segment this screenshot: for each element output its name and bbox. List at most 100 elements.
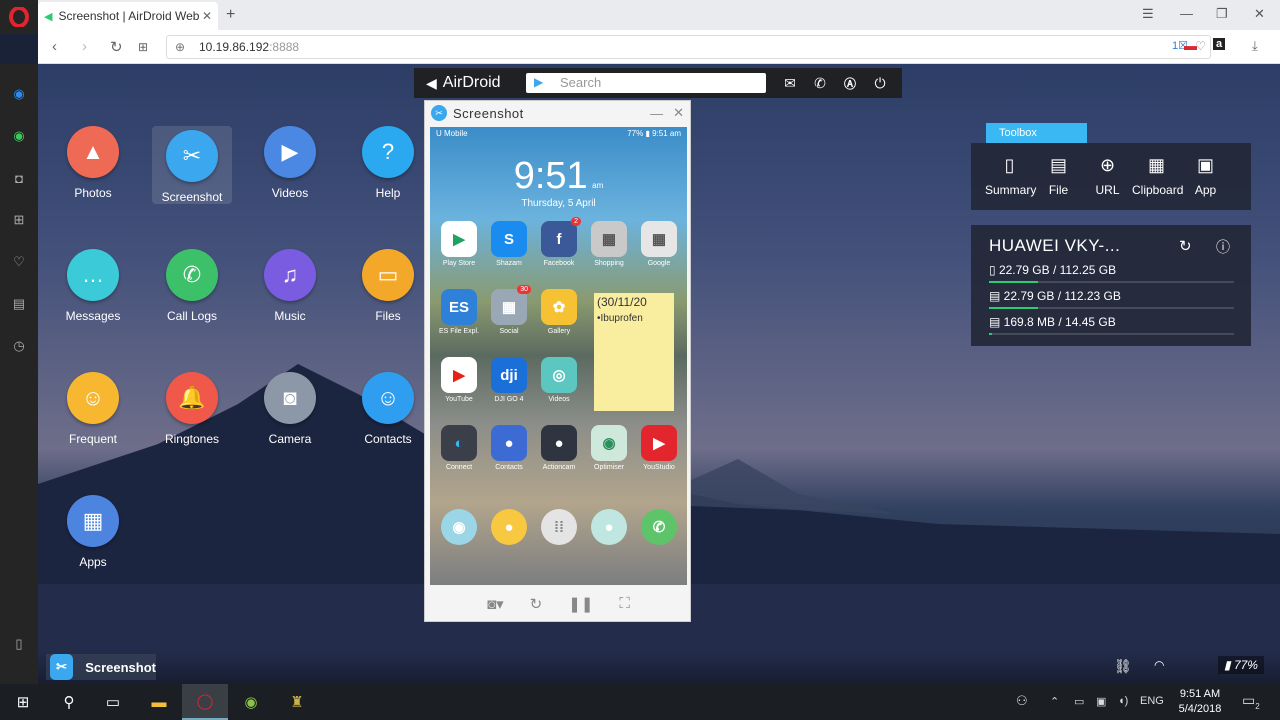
mail-icon[interactable]: ✉ [776, 75, 804, 92]
info-icon[interactable]: ⓘ [1216, 237, 1230, 257]
link-icon[interactable]: ⛓ [1114, 658, 1132, 675]
android-app-icon[interactable]: ◉ [228, 684, 274, 720]
refresh-device-icon[interactable]: ↻ [1179, 237, 1192, 255]
network-icon[interactable]: ▣ [1096, 695, 1106, 708]
desktop-app-apps[interactable]: ▦ Apps [53, 495, 133, 569]
desktop-app-camera[interactable]: ◙ Camera [250, 372, 330, 446]
tab-menu-icon[interactable]: ☰ [1142, 6, 1154, 22]
phone-app-optimiser[interactable]: ◉ Optimiser [583, 425, 635, 471]
opera-taskbar-icon[interactable]: ◯ [182, 684, 228, 720]
desktop-app-ringtones[interactable]: 🔔 Ringtones [152, 372, 232, 446]
desktop-app-files[interactable]: ▭ Files [348, 249, 428, 323]
dock-app-phone[interactable]: ✆ [633, 509, 685, 548]
desktop-app-music[interactable]: ♫ Music [250, 249, 330, 323]
desktop-app-help[interactable]: ? Help [348, 126, 428, 200]
close-window-icon[interactable]: ✕ [1254, 6, 1265, 22]
power-tray-icon[interactable]: ▭ [1074, 695, 1084, 708]
phone-app-dji-go-4[interactable]: dji DJI GO 4 [483, 357, 535, 403]
app-label: Camera [268, 432, 312, 446]
desktop-app-frequent[interactable]: ☺ Frequent [53, 372, 133, 446]
desktop-app-call-logs[interactable]: ✆ Call Logs [152, 249, 232, 323]
phone-app-contacts[interactable]: ● Contacts [483, 425, 535, 471]
phone-screen[interactable]: U Mobile 77% ▮ 9:51 am 9:51 am Thursday,… [430, 127, 687, 585]
dock-app-icon: ◉ [441, 509, 477, 545]
desktop-app-contacts[interactable]: ☺ Contacts [348, 372, 428, 446]
speed-dial-sidebar-icon[interactable]: ⊞ [9, 210, 29, 230]
phone-app-youstudio[interactable]: ▶ YouStudio [633, 425, 685, 471]
minimize-icon[interactable]: — [1180, 6, 1193, 21]
phone-app-connect[interactable]: ◐ Connect [433, 425, 485, 471]
desktop-app-screenshot[interactable]: ✂ Screenshot [152, 126, 232, 204]
fullscreen-icon[interactable]: ⛶ [619, 595, 630, 621]
phone-app-social[interactable]: ▦ 30 Social [483, 285, 535, 335]
desktop-app-videos[interactable]: ▶ Videos [250, 126, 330, 200]
phone-app-youtube[interactable]: ▶ YouTube [433, 357, 485, 403]
phone-app-google[interactable]: ▦ Google [633, 221, 685, 267]
search-icon[interactable]: ⚲ [46, 684, 92, 720]
tool-clipboard[interactable]: ▦ Clipboard [1132, 155, 1183, 210]
phone-app-shazam[interactable]: S Shazam [483, 221, 535, 267]
clock[interactable]: 9:51 AM 5/4/2018 [1172, 687, 1228, 717]
dock-app-apps[interactable]: ⁞⁞ [533, 509, 585, 548]
whatsapp-icon[interactable]: ◉ [9, 126, 29, 146]
airdroid-search-input[interactable]: ▶ Search [526, 73, 766, 93]
windows-start-icon[interactable]: ⊞ [0, 684, 46, 720]
new-tab-icon[interactable]: + [226, 6, 235, 24]
camera-capture-icon[interactable]: ◙▾ [487, 595, 504, 621]
task-view-icon[interactable]: ▭ [90, 684, 136, 720]
phone-app-facebook[interactable]: f 2 Facebook [533, 217, 585, 267]
volume-icon[interactable]: ◖) [1118, 695, 1128, 707]
tool-url[interactable]: ⊕ URL [1083, 155, 1132, 210]
extension-red-icon[interactable]: ▬ [1184, 38, 1197, 53]
desktop-app-photos[interactable]: ▲ Photos [53, 126, 133, 200]
language-text[interactable]: ENG [1140, 695, 1164, 707]
power-icon[interactable]: ⏻ [866, 75, 894, 92]
phone-app-gallery[interactable]: ✿ Gallery [533, 289, 585, 335]
people-icon[interactable]: ⚇ [1016, 693, 1028, 709]
screenshot-task-button[interactable]: ✂ Screenshot [46, 654, 156, 680]
phone-app-actioncam[interactable]: ● Actioncam [533, 425, 585, 471]
bookmarks-heart-icon[interactable]: ♡ [9, 252, 29, 272]
pause-icon[interactable]: ❚❚ [568, 595, 593, 621]
sticky-note-widget[interactable]: (30/11/20 •Ibuprofen [594, 293, 674, 411]
snapshot-icon[interactable]: ◘ [9, 168, 29, 188]
sd-card-icon: ▤ [989, 315, 1004, 329]
forward-icon[interactable]: › [82, 38, 87, 55]
file-explorer-icon[interactable]: ▬ [136, 684, 182, 720]
sidebar-toggle-icon[interactable]: ▯ [9, 634, 29, 654]
phone-icon[interactable]: ✆ [806, 75, 834, 92]
news-icon[interactable]: ▤ [9, 294, 29, 314]
browser-tab[interactable]: ◀ Screenshot | AirDroid Web ✕ [38, 2, 218, 30]
desktop-app-messages[interactable]: … Messages [53, 249, 133, 323]
reload-icon[interactable]: ↻ [110, 38, 123, 56]
amazon-extension-icon[interactable]: a [1213, 38, 1226, 50]
close-tab-icon[interactable]: ✕ [202, 9, 212, 23]
close-window-icon[interactable]: ✕ [673, 105, 684, 121]
app-taskbar-icon[interactable]: ♜ [274, 684, 320, 720]
minimize-window-icon[interactable]: — [650, 106, 663, 121]
dock-app-camera[interactable]: ◉ [433, 509, 485, 548]
phone-app-es-file-expl-[interactable]: ES ES File Expl. [433, 289, 485, 335]
dock-app-browser[interactable]: ● [583, 509, 635, 548]
url-field[interactable]: ⊕ 10.19.86.192:8888 1☒ ♡ [166, 35, 1211, 59]
tool-app[interactable]: ▣ App [1181, 155, 1230, 210]
back-icon[interactable]: ‹ [52, 38, 57, 55]
maximize-icon[interactable]: ❐ [1216, 6, 1228, 22]
opera-logo[interactable] [0, 0, 38, 34]
screenshot-window-header[interactable]: ✂ Screenshot — ✕ [425, 101, 690, 125]
messenger-icon[interactable]: ◉ [9, 84, 29, 104]
download-icon[interactable]: ⤓ [1252, 38, 1258, 54]
history-icon[interactable]: ◷ [9, 336, 29, 356]
font-icon[interactable]: Ⓐ [836, 75, 864, 92]
phone-app-shopping[interactable]: ▦ Shopping [583, 221, 635, 267]
tray-chevron-icon[interactable]: ⌃ [1050, 695, 1059, 708]
tool-summary[interactable]: ▯ Summary [985, 155, 1036, 210]
refresh-icon[interactable]: ↻ [530, 595, 543, 621]
tool-file[interactable]: ▤ File [1034, 155, 1083, 210]
toolbox-tab[interactable]: Toolbox [986, 123, 1087, 143]
notifications-icon[interactable]: ▭2 [1242, 692, 1260, 711]
dock-app-messages[interactable]: ● [483, 509, 535, 548]
speed-dial-icon[interactable]: ⊞ [138, 40, 148, 54]
phone-app-play-store[interactable]: ▶ Play Store [433, 221, 485, 267]
phone-app-videos[interactable]: ◎ Videos [533, 357, 585, 403]
